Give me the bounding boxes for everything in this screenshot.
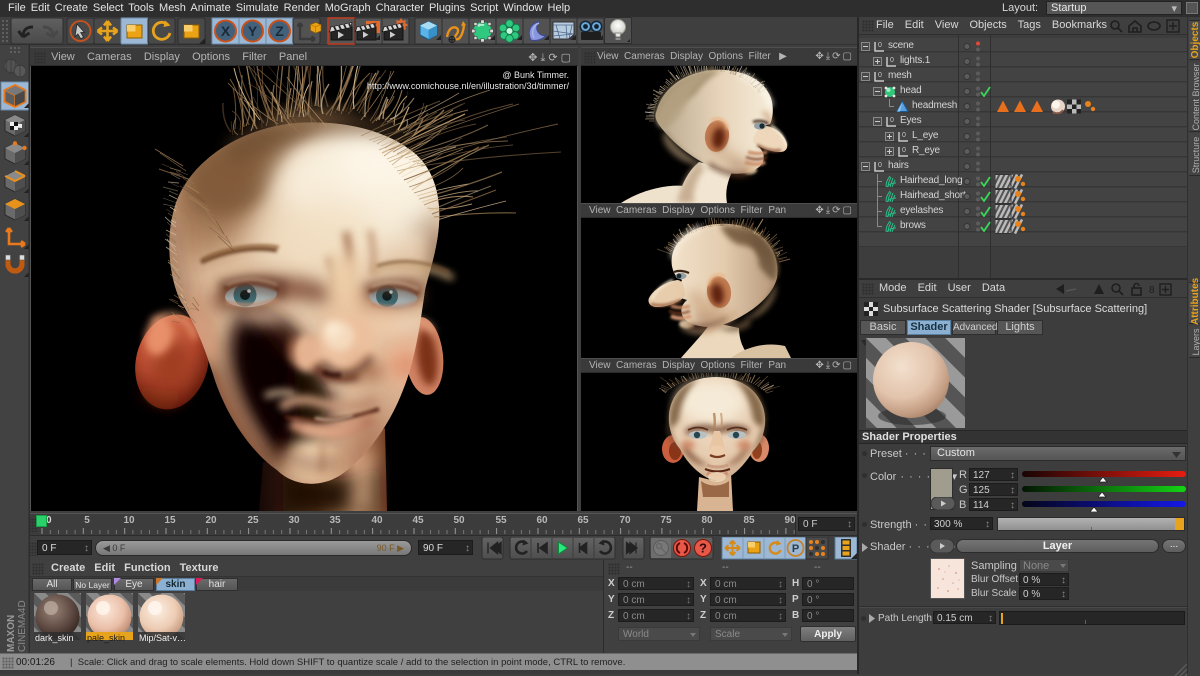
svg-text:?: ? [699,541,707,556]
svg-text:X: X [221,23,231,39]
svg-text:0: 0 [878,72,882,79]
svg-text:0: 0 [878,162,882,169]
svg-text:0: 0 [878,42,882,49]
svg-text:P: P [792,543,799,555]
svg-text:0: 0 [902,147,906,154]
svg-text:0: 0 [890,57,894,64]
svg-text:0: 0 [890,117,894,124]
svg-text:Y: Y [248,23,258,39]
svg-text:0: 0 [902,132,906,139]
svg-text:8: 8 [1149,285,1155,296]
svg-text:Z: Z [275,23,284,39]
